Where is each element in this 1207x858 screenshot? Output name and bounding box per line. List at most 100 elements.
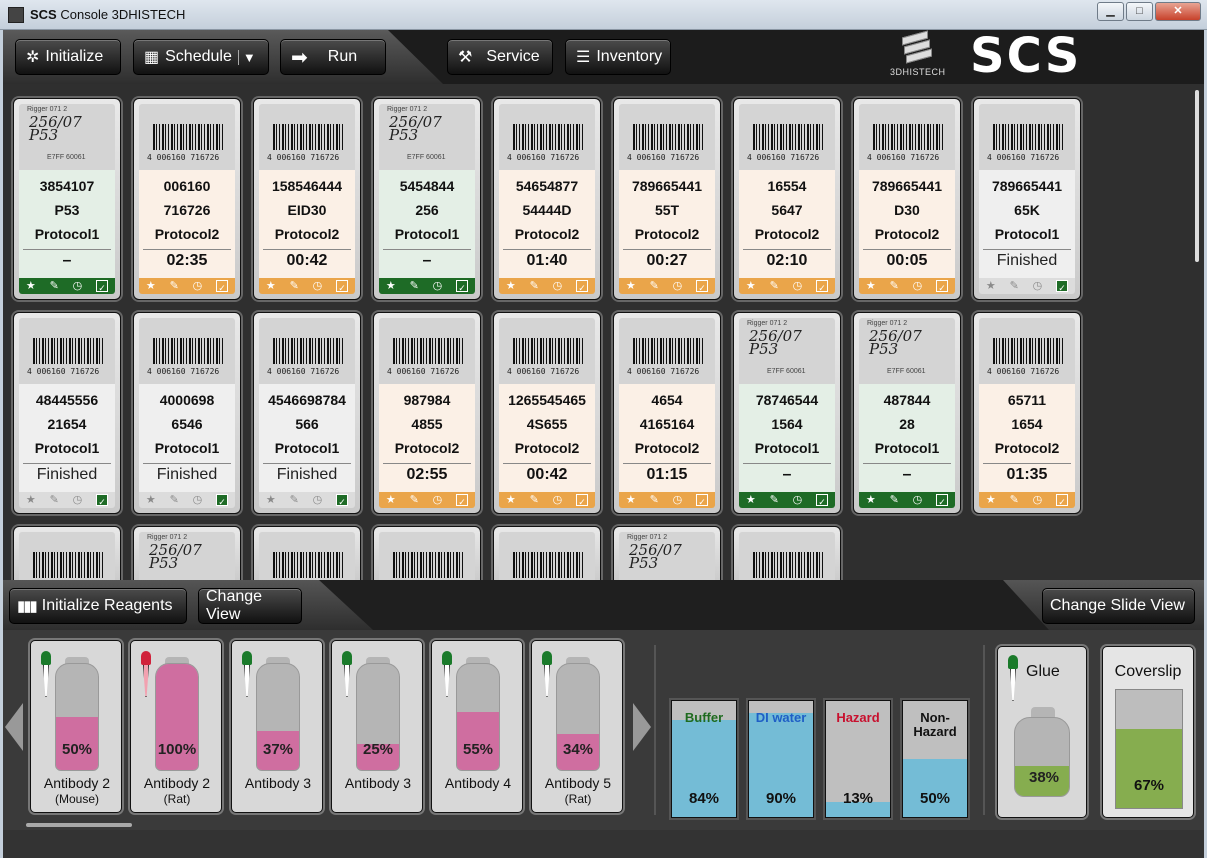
checkbox-icon[interactable]: ✓	[936, 494, 949, 507]
checkbox-icon[interactable]: ✓	[1056, 280, 1069, 293]
slide-card[interactable]: 4 006160 716726 4000698 6546 Protocol1 Finis…	[133, 312, 241, 514]
liquid-tank[interactable]: Non-Hazard 50%	[902, 700, 968, 818]
checkbox-icon[interactable]: ✓	[96, 494, 109, 507]
checkbox-icon[interactable]: ✓	[696, 494, 709, 507]
pencil-icon[interactable]: ✎	[530, 279, 539, 293]
checkbox-icon[interactable]: ✓	[936, 280, 949, 293]
slide-card[interactable]: Rigger 071 2 256/07 P53 E7FF 60061 487844 28 P…	[853, 312, 961, 514]
clock-icon[interactable]: ◷	[793, 493, 803, 507]
clock-icon[interactable]: ◷	[553, 493, 563, 507]
liquid-tank[interactable]: DI water 90%	[748, 700, 814, 818]
reagent-bottle-card[interactable]: 34% Antibody 5 (Rat)	[531, 640, 623, 813]
pencil-icon[interactable]: ✎	[1010, 493, 1019, 507]
slide-card[interactable]: 4 006160 716726 48445556 21654 Protocol1 Fin…	[13, 312, 121, 514]
schedule-button[interactable]: ▦ Schedule ▼	[133, 39, 269, 75]
slide-card-partial[interactable]: 4 006160 716726	[253, 526, 361, 580]
star-icon[interactable]: ★	[146, 493, 156, 507]
initialize-reagents-button[interactable]: ▮▮▮ Initialize Reagents	[9, 588, 187, 624]
reagent-scrollbar[interactable]	[26, 823, 132, 827]
slide-card[interactable]: 4 006160 716726 789665441 65K Protocol1 Fini…	[973, 98, 1081, 300]
slide-card-partial[interactable]: Rigger 071 2256/07P53E7FF 60061	[133, 526, 241, 580]
clock-icon[interactable]: ◷	[313, 493, 323, 507]
star-icon[interactable]: ★	[506, 279, 516, 293]
reagent-bottle-card[interactable]: 100% Antibody 2 (Rat)	[130, 640, 222, 813]
star-icon[interactable]: ★	[266, 279, 276, 293]
coverslip-container[interactable]: Coverslip 67%	[1102, 646, 1194, 818]
clock-icon[interactable]: ◷	[433, 279, 443, 293]
scroll-right-arrow-icon[interactable]	[633, 703, 651, 751]
clock-icon[interactable]: ◷	[73, 279, 83, 293]
checkbox-icon[interactable]: ✓	[576, 494, 589, 507]
minimize-button[interactable]: ▁	[1097, 2, 1124, 21]
clock-icon[interactable]: ◷	[673, 493, 683, 507]
checkbox-icon[interactable]: ✓	[336, 280, 349, 293]
liquid-tank[interactable]: Buffer 84%	[671, 700, 737, 818]
close-button[interactable]: ✕	[1155, 2, 1201, 21]
clock-icon[interactable]: ◷	[673, 279, 683, 293]
clock-icon[interactable]: ◷	[913, 279, 923, 293]
star-icon[interactable]: ★	[146, 279, 156, 293]
reagent-bottle-card[interactable]: 50% Antibody 2 (Mouse)	[30, 640, 122, 813]
pencil-icon[interactable]: ✎	[650, 279, 659, 293]
clock-icon[interactable]: ◷	[433, 493, 443, 507]
run-button[interactable]: ➡ Run	[280, 39, 386, 75]
slide-card[interactable]: 4 006160 716726 006160 716726 Protocol2 02:3…	[133, 98, 241, 300]
slide-card[interactable]: 4 006160 716726 4654 4165164 Protocol2 01:15…	[613, 312, 721, 514]
pencil-icon[interactable]: ✎	[290, 493, 299, 507]
slide-card-partial[interactable]: 4 006160 716726	[493, 526, 601, 580]
star-icon[interactable]: ★	[866, 279, 876, 293]
pencil-icon[interactable]: ✎	[650, 493, 659, 507]
checkbox-icon[interactable]: ✓	[456, 280, 469, 293]
slide-card[interactable]: Rigger 071 2 256/07 P53 E7FF 60061 3854107 P5…	[13, 98, 121, 300]
checkbox-icon[interactable]: ✓	[336, 494, 349, 507]
schedule-dropdown-icon[interactable]: ▼	[237, 49, 256, 65]
star-icon[interactable]: ★	[26, 493, 36, 507]
checkbox-icon[interactable]: ✓	[816, 494, 829, 507]
slide-card[interactable]: 4 006160 716726 54654877 54444D Protocol2 01…	[493, 98, 601, 300]
star-icon[interactable]: ★	[506, 493, 516, 507]
service-button[interactable]: ⚒ Service	[447, 39, 553, 75]
slide-card[interactable]: 4 006160 716726 987984 4855 Protocol2 02:55 ★…	[373, 312, 481, 514]
slide-card-partial[interactable]: 4 006160 716726	[13, 526, 121, 580]
slide-card[interactable]: 4 006160 716726 789665441 D30 Protocol2 00:0…	[853, 98, 961, 300]
liquid-tank[interactable]: Hazard 13%	[825, 700, 891, 818]
star-icon[interactable]: ★	[386, 493, 396, 507]
inventory-button[interactable]: ☰ Inventory	[565, 39, 671, 75]
pencil-icon[interactable]: ✎	[530, 493, 539, 507]
checkbox-icon[interactable]: ✓	[576, 280, 589, 293]
star-icon[interactable]: ★	[26, 279, 36, 293]
pencil-icon[interactable]: ✎	[290, 279, 299, 293]
slide-card-partial[interactable]: 4 006160 716726	[733, 526, 841, 580]
clock-icon[interactable]: ◷	[313, 279, 323, 293]
pencil-icon[interactable]: ✎	[890, 279, 899, 293]
star-icon[interactable]: ★	[266, 493, 276, 507]
slide-card-partial[interactable]: 4 006160 716726	[373, 526, 481, 580]
checkbox-icon[interactable]: ✓	[1056, 494, 1069, 507]
clock-icon[interactable]: ◷	[73, 493, 83, 507]
slide-card[interactable]: 4 006160 716726 4546698784 566 Protocol1 Fin…	[253, 312, 361, 514]
checkbox-icon[interactable]: ✓	[456, 494, 469, 507]
checkbox-icon[interactable]: ✓	[696, 280, 709, 293]
star-icon[interactable]: ★	[746, 279, 756, 293]
slide-grid-scrollbar[interactable]	[1195, 90, 1199, 262]
pencil-icon[interactable]: ✎	[770, 279, 779, 293]
pencil-icon[interactable]: ✎	[50, 279, 59, 293]
slide-card[interactable]: 4 006160 716726 16554 5647 Protocol2 02:10 ★ ✎…	[733, 98, 841, 300]
pencil-icon[interactable]: ✎	[170, 493, 179, 507]
checkbox-icon[interactable]: ✓	[216, 494, 229, 507]
slide-card[interactable]: Rigger 071 2 256/07 P53 E7FF 60061 78746544 1…	[733, 312, 841, 514]
glue-container[interactable]: Glue 38%	[997, 646, 1087, 818]
slide-card[interactable]: 4 006160 716726 158546444 EID30 Protocol2 00…	[253, 98, 361, 300]
star-icon[interactable]: ★	[626, 279, 636, 293]
scroll-left-arrow-icon[interactable]	[5, 703, 23, 751]
checkbox-icon[interactable]: ✓	[816, 280, 829, 293]
star-icon[interactable]: ★	[986, 493, 996, 507]
star-icon[interactable]: ★	[866, 493, 876, 507]
slide-card[interactable]: 4 006160 716726 65711 1654 Protocol2 01:35 ★ ✎…	[973, 312, 1081, 514]
pencil-icon[interactable]: ✎	[410, 493, 419, 507]
clock-icon[interactable]: ◷	[913, 493, 923, 507]
change-view-button[interactable]: Change View	[198, 588, 302, 624]
clock-icon[interactable]: ◷	[193, 493, 203, 507]
slide-card[interactable]: 4 006160 716726 789665441 55T Protocol2 00:2…	[613, 98, 721, 300]
pencil-icon[interactable]: ✎	[890, 493, 899, 507]
